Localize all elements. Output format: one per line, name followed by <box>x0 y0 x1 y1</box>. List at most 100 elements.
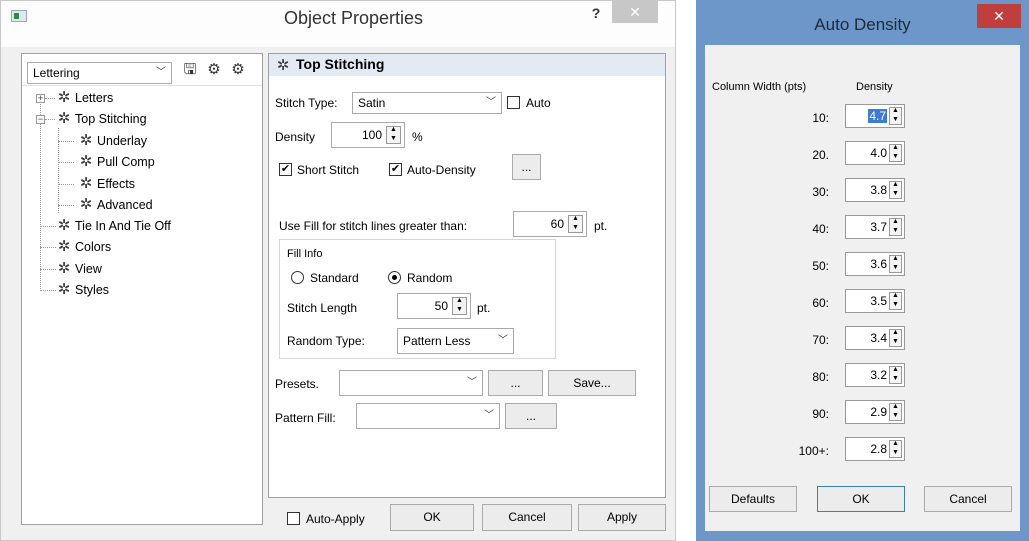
cancel-button[interactable]: Cancel <box>482 504 572 531</box>
stitch-type-dropdown[interactable]: Satin ﹀ <box>352 92 502 114</box>
random-type-label: Random Type: <box>287 334 365 348</box>
density-stepper[interactable]: 3.5 <box>845 289 905 313</box>
density-stepper[interactable]: 4.7 <box>845 104 905 128</box>
spin-arrows-icon[interactable] <box>889 218 902 236</box>
spin-arrows-icon[interactable] <box>386 126 401 144</box>
tree-item-top-stitching[interactable]: ✲ Top Stitching <box>56 109 147 129</box>
gears-icon[interactable]: ⚙ <box>206 62 222 78</box>
tree-item-effects[interactable]: ✲ Effects <box>78 174 135 194</box>
auto-density-dialog: Auto Density ✕ Column Width (pts) Densit… <box>696 0 1029 541</box>
close-button[interactable]: ✕ <box>612 1 658 23</box>
ok-button[interactable]: OK <box>817 486 905 512</box>
presets-dropdown[interactable]: ﹀ <box>339 370 483 396</box>
spin-arrows-icon[interactable] <box>889 144 902 162</box>
spin-arrows-icon[interactable] <box>889 255 902 273</box>
save-icon[interactable]: 🖫 <box>182 62 198 78</box>
tree-line <box>45 98 55 99</box>
spin-arrows-icon[interactable] <box>452 297 467 315</box>
tree-item-tie-in-and-tie-off[interactable]: ✲ Tie In And Tie Off <box>56 216 171 236</box>
gear-icon: ✲ <box>57 89 71 106</box>
density-stepper[interactable]: 2.8 <box>845 437 905 461</box>
density-stepper[interactable]: 3.2 <box>845 363 905 387</box>
tree-item-pull-comp[interactable]: ✲ Pull Comp <box>78 152 155 172</box>
width-label: 70: <box>812 333 829 347</box>
gear-icon: ✲ <box>57 110 71 127</box>
pattern-fill-dropdown[interactable]: ﹀ <box>356 403 500 429</box>
gear-icon: ✲ <box>79 175 93 192</box>
gear-settings-icon[interactable]: ⚙ <box>230 62 246 78</box>
random-type-dropdown[interactable]: Pattern Less ﹀ <box>397 328 514 354</box>
cancel-button[interactable]: Cancel <box>924 486 1012 512</box>
density-stepper[interactable]: 3.6 <box>845 252 905 276</box>
random-radio[interactable] <box>388 271 401 284</box>
density-stepper[interactable]: 3.7 <box>845 215 905 239</box>
density-value: 3.8 <box>870 183 887 197</box>
density-unit: % <box>412 130 423 144</box>
section-title: Top Stitching <box>296 56 385 72</box>
pattern-fill-browse-button[interactable]: ... <box>505 403 557 429</box>
spin-arrows-icon[interactable] <box>889 403 902 421</box>
tree-line <box>58 184 74 185</box>
auto-density-settings-button[interactable]: ... <box>512 154 541 180</box>
spin-arrows-icon[interactable] <box>889 181 902 199</box>
width-label: 90: <box>812 407 829 421</box>
tree-line <box>40 226 56 227</box>
gear-icon: ✲ <box>57 260 71 277</box>
density-stepper[interactable]: 100 <box>331 122 405 148</box>
tree-line <box>40 269 56 270</box>
tree-item-colors[interactable]: ✲ Colors <box>56 237 111 257</box>
apply-button[interactable]: Apply <box>578 504 666 531</box>
tree-item-label: Underlay <box>97 134 148 148</box>
spin-arrows-icon[interactable] <box>889 329 902 347</box>
use-fill-stepper[interactable]: 60 <box>513 211 587 237</box>
spin-arrows-icon[interactable] <box>889 366 902 384</box>
chevron-down-icon: ﹀ <box>467 377 477 388</box>
density-stepper[interactable]: 2.9 <box>845 400 905 424</box>
tree-item-advanced[interactable]: ✲ Advanced <box>78 195 153 215</box>
auto-density-label: Auto-Density <box>407 163 476 177</box>
category-dropdown[interactable]: Lettering ﹀ <box>27 62 172 84</box>
save-preset-button[interactable]: Save... <box>548 370 636 396</box>
standard-radio[interactable] <box>291 271 304 284</box>
presets-browse-button[interactable]: ... <box>488 370 543 396</box>
chevron-down-icon: ﹀ <box>486 97 496 108</box>
tree-toolbar: Lettering ﹀ 🖫 ⚙ ⚙ <box>22 54 262 86</box>
random-type-value: Pattern Less <box>403 334 471 348</box>
gear-icon: ✲ <box>79 132 93 149</box>
density-label: Density <box>275 130 316 144</box>
short-stitch-checkbox[interactable]: ✔ <box>279 163 292 176</box>
width-label: 80: <box>812 370 829 384</box>
spin-arrows-icon[interactable] <box>889 440 902 458</box>
stitch-length-stepper[interactable]: 50 <box>397 293 471 319</box>
tree-item-label: Styles <box>75 283 110 297</box>
spin-arrows-icon[interactable] <box>568 215 583 233</box>
density-stepper[interactable]: 3.4 <box>845 326 905 350</box>
tree-item-underlay[interactable]: ✲ Underlay <box>78 131 147 151</box>
gear-icon: ✲ <box>57 238 71 255</box>
tree-item-styles[interactable]: ✲ Styles <box>56 280 109 300</box>
help-button[interactable]: ? <box>586 5 606 21</box>
spin-arrows-icon[interactable] <box>889 107 902 125</box>
auto-apply-checkbox[interactable] <box>287 512 300 525</box>
object-properties-window: Object Properties ? ✕ Lettering ﹀ 🖫 ⚙ ⚙ … <box>0 0 676 541</box>
tree-item-label: Colors <box>75 240 112 254</box>
tree-item-view[interactable]: ✲ View <box>56 259 102 279</box>
close-button[interactable]: ✕ <box>977 4 1021 28</box>
expand-icon[interactable]: + <box>36 94 45 103</box>
auto-checkbox[interactable] <box>507 96 520 109</box>
density-stepper[interactable]: 4.0 <box>845 141 905 165</box>
tree-item-letters[interactable]: ✲ Letters <box>56 88 114 108</box>
column-width-header: Column Width (pts) <box>712 81 807 93</box>
density-value: 4.0 <box>870 146 887 160</box>
spin-arrows-icon[interactable] <box>889 292 902 310</box>
section-header: ✲ Top Stitching <box>269 54 665 76</box>
tree-line <box>58 205 74 206</box>
standard-label: Standard <box>310 271 359 285</box>
ok-button[interactable]: OK <box>390 504 474 531</box>
width-label: 60: <box>812 296 829 310</box>
defaults-button[interactable]: Defaults <box>709 486 797 512</box>
gear-icon: ✲ <box>57 217 71 234</box>
collapse-icon[interactable]: − <box>36 115 45 124</box>
density-stepper[interactable]: 3.8 <box>845 178 905 202</box>
auto-density-checkbox[interactable]: ✔ <box>389 163 402 176</box>
